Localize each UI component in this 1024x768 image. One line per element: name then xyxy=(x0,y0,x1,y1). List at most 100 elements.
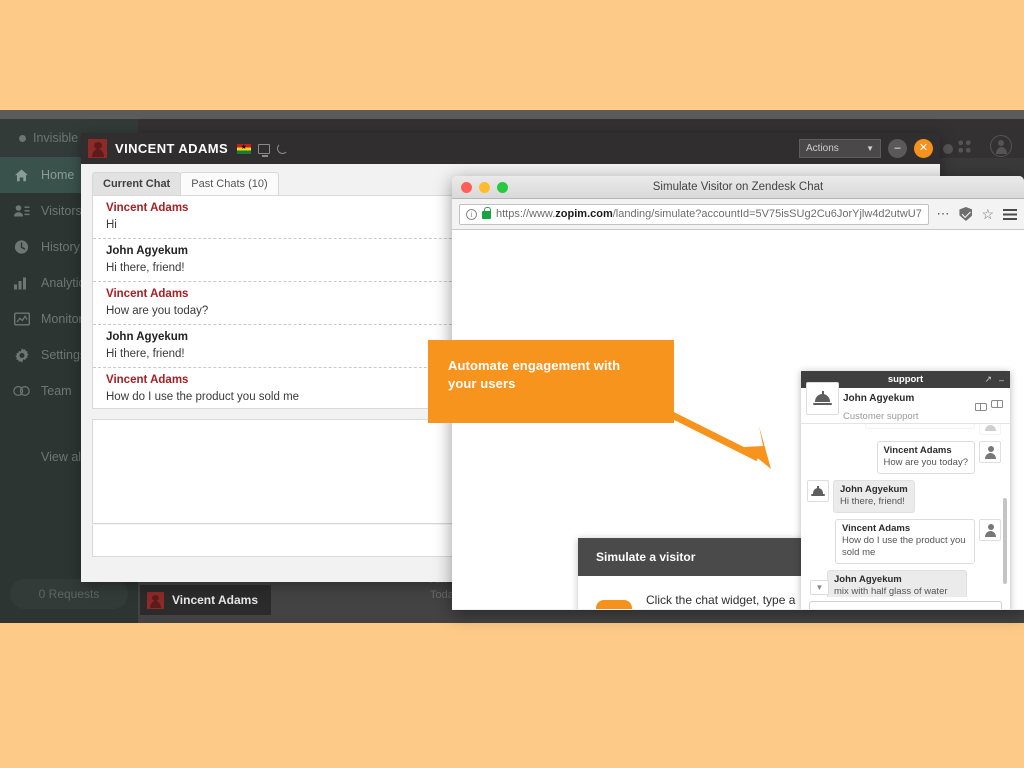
avatar xyxy=(979,424,1001,435)
message-author: Vincent Adams xyxy=(842,523,911,534)
simulate-panel-body: Click the chat widget, type a me press E… xyxy=(578,576,821,609)
chat-window-title: VINCENT ADAMS xyxy=(115,141,229,156)
chat-window-controls: Actions ▼ – ✕ xyxy=(799,133,933,164)
taskbar-chip-vincent-adams[interactable]: Vincent Adams xyxy=(140,585,271,615)
sidebar-item-label: Visitors xyxy=(41,204,82,218)
actions-dropdown[interactable]: Actions ▼ xyxy=(799,139,881,158)
message-bubble: John Agyekum mix with half glass of wate… xyxy=(827,570,967,597)
chat-window-header: VINCENT ADAMS Actions ▼ – ✕ xyxy=(81,133,940,164)
avatar xyxy=(979,441,1001,463)
tab-label: Current Chat xyxy=(103,178,171,190)
star-icon[interactable]: ☆ xyxy=(981,207,994,221)
sidebar-item-label: Settings xyxy=(41,348,87,362)
tab-label: Past Chats (10) xyxy=(191,178,268,190)
callout-box: Automate engagement with your users xyxy=(428,340,674,423)
widget-message: Vincent Adams How do I use the product y… xyxy=(801,516,1010,567)
taskbar-chip-label: Vincent Adams xyxy=(172,593,259,607)
sidebar-view-all-label: View all xyxy=(41,450,84,464)
analytics-bars-icon xyxy=(13,275,30,292)
widget-scrollbar[interactable] xyxy=(1003,498,1007,584)
avatar xyxy=(147,591,164,609)
thumbs-down-icon[interactable] xyxy=(992,400,1003,411)
browser-navbar: i https://www.zopim.com/landing/simulate… xyxy=(452,199,1024,230)
avatar xyxy=(88,139,107,158)
widget-title: support xyxy=(887,374,924,385)
ellipsis-icon[interactable]: ⋯ xyxy=(936,206,950,222)
ghana-flag-icon xyxy=(237,143,252,154)
simulate-visitor-panel: Simulate a visitor Click the chat widget… xyxy=(578,538,821,609)
message-author: John Agyekum xyxy=(834,574,902,585)
chat-widget: support ↗ – John Agyekum Customer suppor… xyxy=(801,371,1010,609)
close-button[interactable]: ✕ xyxy=(914,139,933,158)
widget-agent-name: John Agyekum xyxy=(843,392,915,404)
requests-label: 0 Requests xyxy=(38,587,100,601)
widget-message: Vincent Adams How are you today? xyxy=(801,438,1010,477)
message-text: mix with half glass of water and allow t… xyxy=(834,586,948,597)
url-domain: zopim.com xyxy=(555,208,613,220)
simulate-panel-text: Click the chat widget, type a me press E… xyxy=(646,592,807,609)
app-header-icons xyxy=(932,135,1012,157)
widget-rating-controls xyxy=(975,400,1003,411)
apps-grid-icon[interactable] xyxy=(957,138,972,154)
shield-icon[interactable] xyxy=(959,207,973,221)
widget-agent-bar: John Agyekum Customer support xyxy=(801,382,1010,424)
sidebar-item-label: History xyxy=(41,240,80,254)
hamburger-menu-icon[interactable] xyxy=(1003,208,1017,220)
url-prefix: https://www. xyxy=(496,208,556,220)
user-avatar-icon[interactable] xyxy=(990,135,1012,157)
lock-icon[interactable] xyxy=(482,207,491,219)
message-bubble: John Agyekum Hi there, friend! xyxy=(833,480,915,513)
actions-dropdown-label: Actions xyxy=(806,143,839,154)
window-traffic-lights xyxy=(461,181,508,193)
callout-line2: your users xyxy=(448,376,516,391)
message-author: John Agyekum xyxy=(840,484,908,495)
chevron-down-icon: ▼ xyxy=(866,144,874,153)
sidebar-item-label: Team xyxy=(41,384,72,398)
expand-arrow-icon[interactable]: ↗ xyxy=(984,374,992,385)
sidebar-status-label: Invisible xyxy=(33,131,79,145)
team-icon xyxy=(13,383,30,400)
minimize-label: – xyxy=(894,142,901,154)
widget-titlebar-icons: ↗ – xyxy=(984,374,1004,385)
message-text: Hi there, friend! xyxy=(840,496,905,507)
info-icon[interactable]: i xyxy=(466,208,477,220)
browser-nav-icons: ⋯ ☆ xyxy=(936,206,1017,222)
scroll-down-button[interactable]: ▼ xyxy=(810,580,829,595)
close-icon: ✕ xyxy=(918,142,929,154)
url-text: https://www.zopim.com/landing/simulate?a… xyxy=(496,208,922,220)
monitor-icon xyxy=(13,311,30,328)
message-bubble: Vincent Adams How are you today? xyxy=(876,441,975,474)
sidebar-item-label: Home xyxy=(41,168,75,182)
browser-title: Simulate Visitor on Zendesk Chat xyxy=(652,181,824,193)
minimize-button[interactable]: – xyxy=(888,139,907,158)
tab-current-chat[interactable]: Current Chat xyxy=(92,172,182,195)
message-author: Vincent Adams xyxy=(883,445,952,456)
home-icon xyxy=(13,167,30,184)
maximize-window-button[interactable] xyxy=(497,181,508,193)
close-window-button[interactable] xyxy=(461,181,472,193)
message-bubble: Vincent Adams How do I use the product y… xyxy=(835,519,975,564)
widget-message-list[interactable]: Vincent Adams How are you today? John Ag… xyxy=(801,424,1010,597)
thumbs-up-icon[interactable] xyxy=(975,400,987,411)
requests-counter[interactable]: 0 Requests xyxy=(10,579,128,609)
service-bell-icon xyxy=(807,480,829,502)
message-text: How do I use the product you sold me xyxy=(842,535,966,558)
visitors-icon xyxy=(13,203,30,220)
simulate-panel-title: Simulate a visitor xyxy=(578,538,821,576)
widget-message: John Agyekum mix with half glass of wate… xyxy=(801,567,1010,597)
url-bar[interactable]: i https://www.zopim.com/landing/simulate… xyxy=(459,203,930,225)
service-bell-icon xyxy=(806,382,839,415)
chat-window-badges xyxy=(237,143,289,157)
avatar xyxy=(979,519,1001,541)
monitor-icon xyxy=(258,143,271,157)
message-input[interactable]: Type your message here xyxy=(809,601,1002,609)
status-dot-icon xyxy=(19,134,26,142)
minimize-icon[interactable]: – xyxy=(999,375,1004,385)
widget-agent-role: Customer support xyxy=(843,410,919,422)
callout-line1: Automate engagement with xyxy=(448,358,621,373)
sidebar-item-label: Monitor xyxy=(41,312,83,326)
minimize-window-button[interactable] xyxy=(479,181,490,193)
tab-past-chats[interactable]: Past Chats (10) xyxy=(180,172,279,195)
url-path: /landing/simulate?accountId=5V75isSUg2Cu… xyxy=(612,208,923,220)
browser-titlebar: Simulate Visitor on Zendesk Chat xyxy=(452,176,1024,199)
